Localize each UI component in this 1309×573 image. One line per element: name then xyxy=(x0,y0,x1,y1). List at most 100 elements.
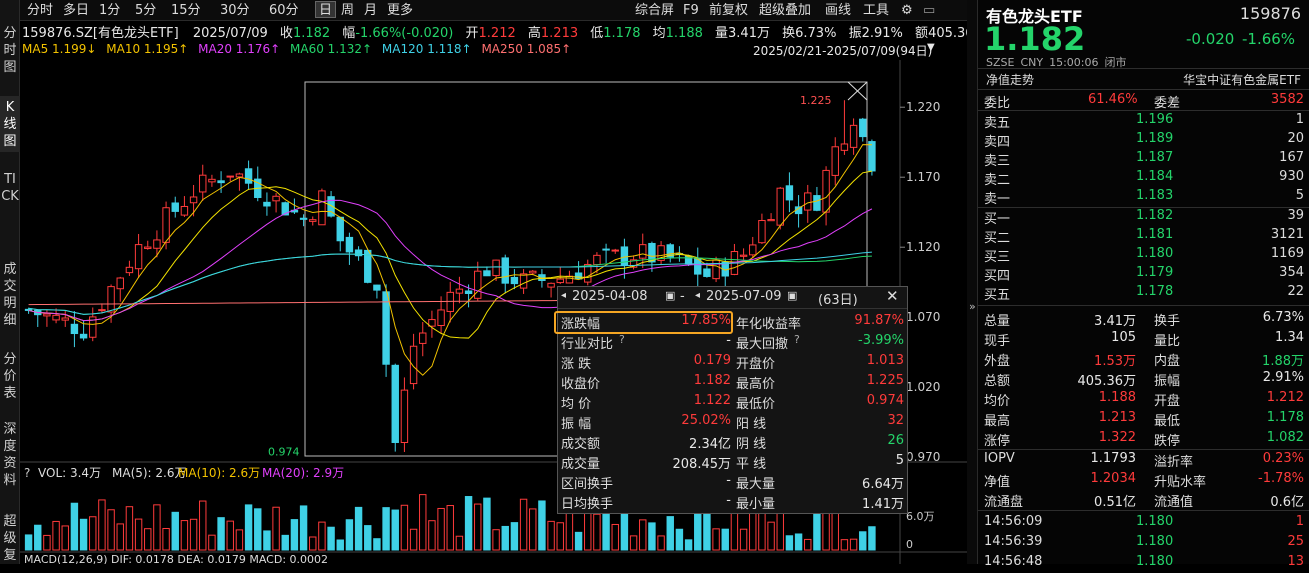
period-tab-4[interactable]: 15分 xyxy=(168,2,204,19)
stat-label: 涨停 xyxy=(984,434,1011,449)
turn-value: 6.73% xyxy=(795,26,837,41)
sidebar-tab-5[interactable]: 深度资料 xyxy=(0,418,20,496)
panel-splitter[interactable]: » xyxy=(967,0,977,564)
stat-label: 成交量 xyxy=(561,457,601,472)
book-row[interactable]: 卖一 1.183 5 xyxy=(984,187,1304,207)
help-icon[interactable]: ? xyxy=(619,333,625,346)
volume-bar xyxy=(400,504,409,551)
vol-label: VOL: 3.4万 xyxy=(38,466,101,480)
book-row[interactable]: 卖五 1.196 1 xyxy=(984,111,1304,131)
next-icon[interactable]: ◂ xyxy=(695,290,700,301)
start-date[interactable]: 2025-04-08 xyxy=(572,289,648,304)
volume-bar xyxy=(483,497,491,551)
volume-bar xyxy=(684,539,693,551)
candle-body xyxy=(840,143,849,151)
book-row[interactable]: 卖四 1.189 20 xyxy=(984,130,1304,150)
toolbar-btn-0[interactable]: 综合屏 xyxy=(632,2,677,19)
calendar-icon[interactable]: ▣ xyxy=(665,289,675,302)
toolbar-btn-1[interactable]: F9 xyxy=(680,2,702,19)
end-date[interactable]: 2025-07-09 xyxy=(706,289,782,304)
sidebar-tab-4[interactable]: 分价表 xyxy=(0,348,20,401)
stat-value: 3.41万 xyxy=(1094,314,1136,329)
candle-body xyxy=(547,282,555,288)
avg-value: 1.188 xyxy=(665,26,703,41)
book-row[interactable]: 卖二 1.184 930 xyxy=(984,168,1304,188)
stat-value: 1.53万 xyxy=(1094,354,1136,369)
toolbar-btn-4[interactable]: 画线 xyxy=(822,2,854,19)
period-tab-3[interactable]: 5分 xyxy=(132,2,159,19)
book-volume: 20 xyxy=(1287,131,1304,146)
stat-label: 净值 xyxy=(984,475,1011,490)
tab-nav-trend[interactable]: 净值走势 xyxy=(986,71,1034,88)
sidebar-tab-6[interactable]: 超级复 xyxy=(0,510,20,564)
book-row[interactable]: 买二 1.181 3121 xyxy=(984,226,1304,246)
period-tab-0[interactable]: 分时 xyxy=(24,2,56,19)
calendar-icon[interactable]: ▣ xyxy=(787,289,797,302)
period-tab-9[interactable]: 月 xyxy=(361,2,380,19)
volume-bar xyxy=(309,536,317,551)
period-tab-1[interactable]: 多日 xyxy=(60,2,92,19)
period-tab-7[interactable]: 日 xyxy=(315,1,337,18)
sidebar-tab-0[interactable]: 分时图 xyxy=(0,22,20,86)
candle-body xyxy=(391,364,399,443)
toolbar-btn-5[interactable]: 工具 xyxy=(860,2,892,19)
range-dropdown-icon[interactable]: ▼ xyxy=(927,42,935,53)
gear-icon[interactable]: ⚙ xyxy=(898,2,916,19)
volume-bar xyxy=(721,528,729,551)
book-price: 1.182 xyxy=(1136,208,1174,223)
book-level: 卖三 xyxy=(984,154,1011,169)
prev-icon[interactable]: ◂ xyxy=(561,290,566,301)
sidebar-tab-2[interactable]: TICK xyxy=(0,168,20,246)
candle-body xyxy=(574,272,583,280)
period-tab-10[interactable]: 更多 xyxy=(384,2,416,19)
popup-row: 最大回撤? -3.99% xyxy=(736,332,904,352)
volume-bar xyxy=(666,516,674,551)
popup-row: 行业对比? - xyxy=(561,332,731,352)
period-tab-8[interactable]: 周 xyxy=(338,2,357,19)
volume-bar xyxy=(419,494,427,551)
candle-body xyxy=(116,277,124,290)
candle-body xyxy=(43,313,51,317)
ma250-label: MA250 1.085↑ xyxy=(481,42,572,56)
tab-fund-name[interactable]: 华宝中证有色金属ETF xyxy=(1183,71,1301,88)
ratio-value: 61.46% xyxy=(1088,92,1138,107)
volume-bar xyxy=(52,520,60,551)
volume-bar xyxy=(153,504,161,551)
ma10-label: MA10 1.195↑ xyxy=(106,42,189,56)
book-row[interactable]: 买四 1.179 354 xyxy=(984,264,1304,284)
date-range: 2025/02/21-2025/07/09(94日) xyxy=(753,44,933,58)
toolbar-btn-2[interactable]: 前复权 xyxy=(706,2,751,19)
stat-label: 振幅 xyxy=(1154,374,1181,389)
sidebar-tab-1[interactable]: K线图 xyxy=(0,96,20,152)
period-tab-5[interactable]: 30分 xyxy=(217,2,253,19)
volume-bar xyxy=(263,530,271,551)
book-row[interactable]: 买一 1.182 39 xyxy=(984,207,1304,227)
stat-value: 2.91% xyxy=(1262,370,1304,385)
volume-bar xyxy=(492,529,500,551)
volume-bar xyxy=(849,538,858,551)
book-row[interactable]: 卖三 1.187 167 xyxy=(984,149,1304,169)
book-row[interactable]: 买三 1.180 1169 xyxy=(984,245,1304,265)
volume-bar xyxy=(675,528,684,551)
panel-icon[interactable]: ▭ xyxy=(920,2,938,19)
high-label: 高 xyxy=(527,26,541,41)
popup-row: 振 幅 25.02% xyxy=(561,412,731,432)
volume-bar xyxy=(134,518,143,551)
stat-value: 0.974 xyxy=(866,393,904,408)
candle-body xyxy=(263,201,271,207)
volume-bar xyxy=(272,506,280,551)
period-tab-6[interactable]: 60分 xyxy=(266,2,302,19)
help-icon[interactable]: ? xyxy=(794,333,800,346)
period-tab-2[interactable]: 1分 xyxy=(96,2,123,19)
candle-body xyxy=(24,308,33,311)
candle-body xyxy=(510,276,519,285)
close-icon[interactable]: ✕ xyxy=(886,287,899,305)
book-row[interactable]: 买五 1.178 22 xyxy=(984,283,1304,303)
collapse-icon[interactable]: » xyxy=(969,300,976,313)
sidebar-tab-3[interactable]: 成交明细 xyxy=(0,258,20,336)
stat-label: IOPV xyxy=(984,451,1015,466)
candle-body xyxy=(785,185,794,201)
toolbar-btn-3[interactable]: 超级叠加 xyxy=(756,2,814,19)
tick-row: 14:56:48 1.180 13 xyxy=(984,553,1304,573)
book-volume: 1169 xyxy=(1270,246,1304,261)
